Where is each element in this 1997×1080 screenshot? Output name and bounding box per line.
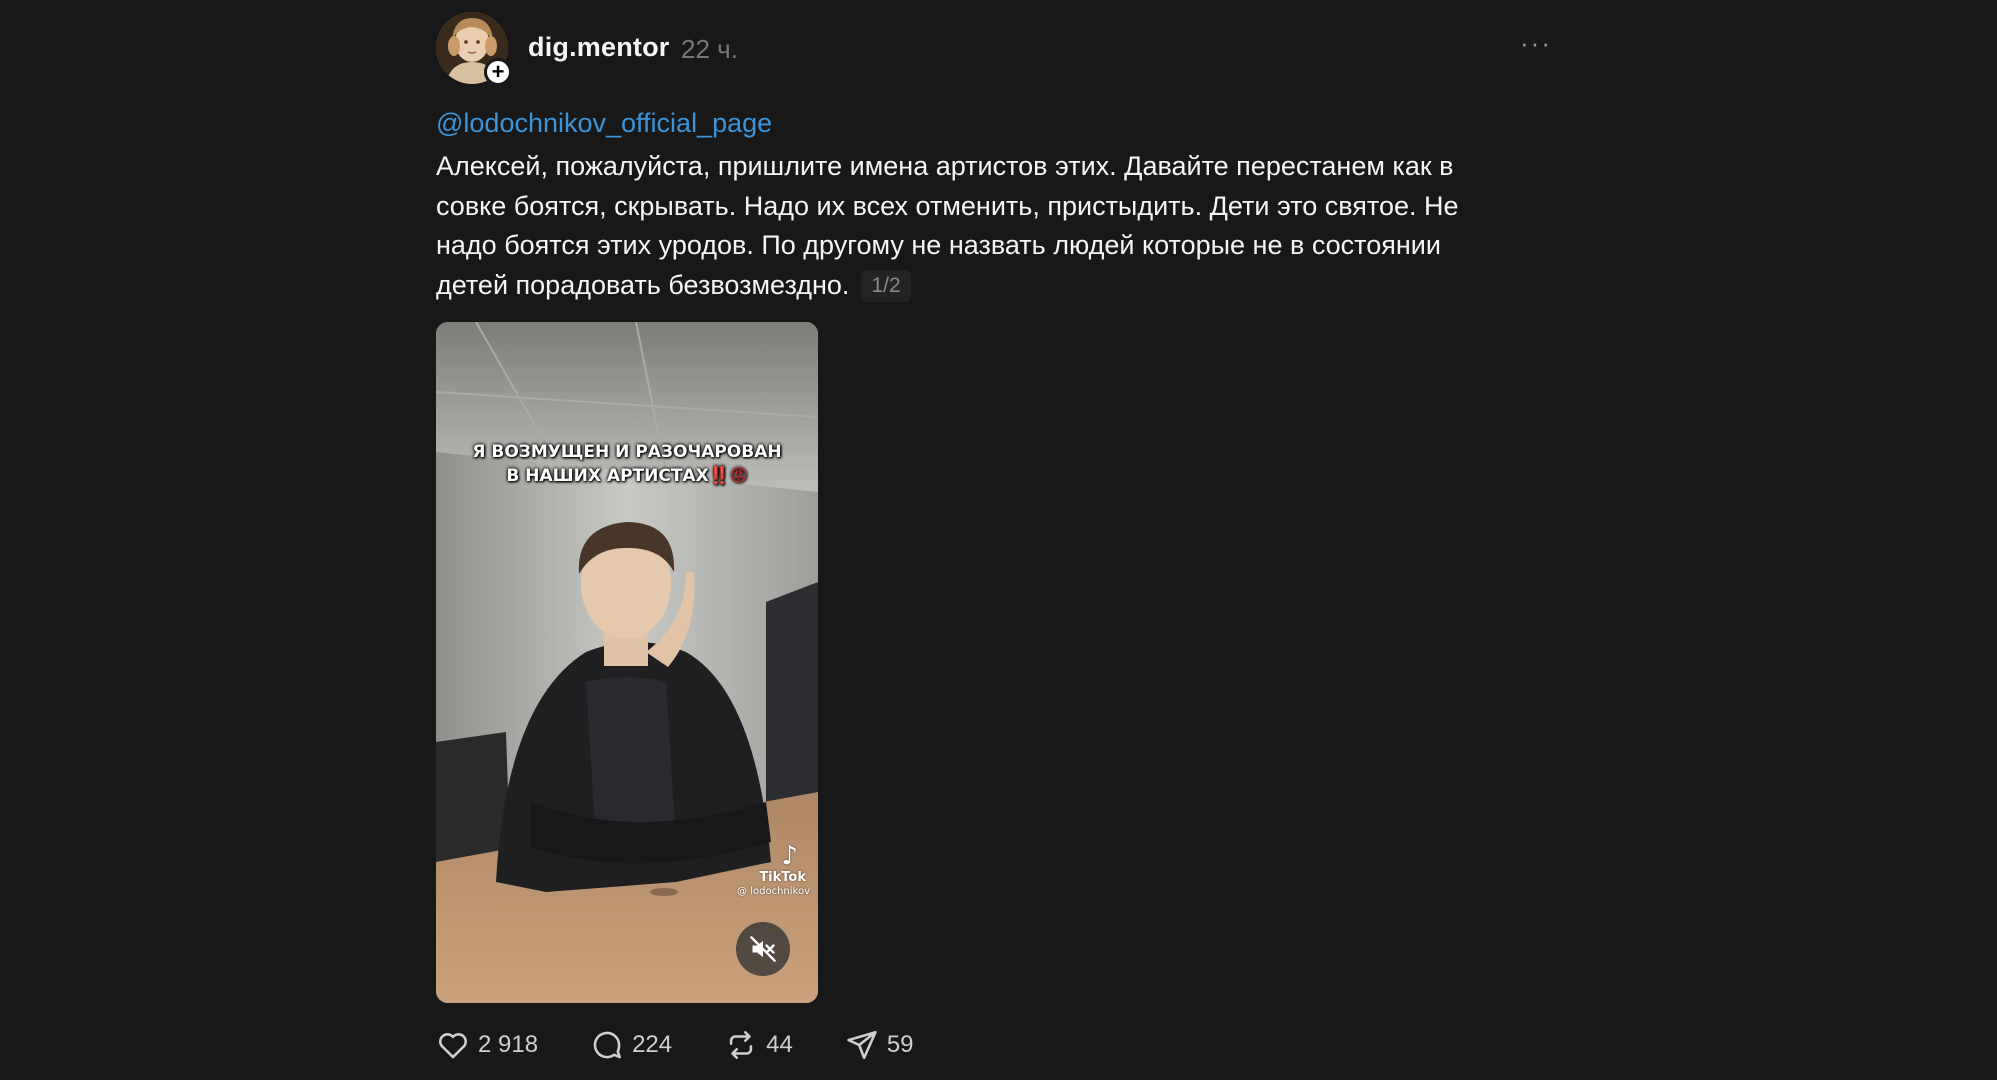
repost-button[interactable]: 44 bbox=[724, 1028, 793, 1062]
tiktok-brand-label: TikTok bbox=[759, 870, 806, 885]
tiktok-logo-icon: ♪ bbox=[781, 841, 798, 871]
mention-link[interactable]: @lodochnikov_official_page bbox=[436, 108, 772, 139]
post-timestamp[interactable]: 22 ч. bbox=[681, 34, 738, 65]
overlay-line-2: В НАШИХ АРТИСТАХ bbox=[506, 466, 709, 486]
media-counter: 1/2 bbox=[861, 269, 911, 302]
post-text: Алексей, пожалуйста, пришлите имена арти… bbox=[436, 147, 1506, 305]
tiktok-handle-label: @ lodochnikov bbox=[737, 886, 810, 897]
repost-count: 44 bbox=[766, 1031, 793, 1058]
send-icon bbox=[847, 1030, 877, 1060]
angry-emoji-icon: ‼️😡 bbox=[708, 466, 748, 486]
post-actions: 2 918 224 44 59 bbox=[436, 1025, 966, 1065]
post: + dig.mentor 22 ч. ··· @lodochnikov_offi… bbox=[436, 10, 1556, 1060]
video-frame bbox=[436, 322, 818, 1003]
author-avatar[interactable]: + bbox=[436, 12, 512, 86]
video-media[interactable]: Я ВОЗМУЩЕН И РАЗОЧАРОВАН В НАШИХ АРТИСТА… bbox=[436, 322, 818, 1003]
speaker-muted-icon bbox=[750, 936, 776, 962]
post-body-text: Алексей, пожалуйста, пришлите имена арти… bbox=[436, 151, 1459, 300]
author-username[interactable]: dig.mentor bbox=[528, 32, 670, 63]
follow-plus-icon[interactable]: + bbox=[484, 58, 512, 86]
more-options-icon[interactable]: ··· bbox=[1520, 30, 1552, 56]
overlay-line-1: Я ВОЗМУЩЕН И РАЗОЧАРОВАН bbox=[472, 442, 782, 462]
share-count: 59 bbox=[886, 1031, 914, 1058]
video-overlay-caption: Я ВОЗМУЩЕН И РАЗОЧАРОВАН В НАШИХ АРТИСТА… bbox=[436, 440, 818, 488]
like-count: 2 918 bbox=[478, 1031, 539, 1058]
share-button[interactable]: 59 bbox=[845, 1028, 914, 1062]
heart-icon bbox=[439, 1033, 467, 1059]
comment-button[interactable]: 224 bbox=[590, 1028, 672, 1062]
tiktok-watermark: ♪ TikTok @ lodochnikov bbox=[737, 842, 810, 898]
post-header: + dig.mentor 22 ч. ··· bbox=[436, 10, 1556, 86]
mute-toggle-button[interactable] bbox=[736, 922, 790, 976]
comment-count: 224 bbox=[632, 1031, 673, 1058]
threads-page: + dig.mentor 22 ч. ··· @lodochnikov_offi… bbox=[0, 0, 1997, 1080]
repost-icon bbox=[729, 1030, 753, 1060]
speech-bubble-icon bbox=[593, 1031, 622, 1059]
like-button[interactable]: 2 918 bbox=[436, 1028, 538, 1062]
